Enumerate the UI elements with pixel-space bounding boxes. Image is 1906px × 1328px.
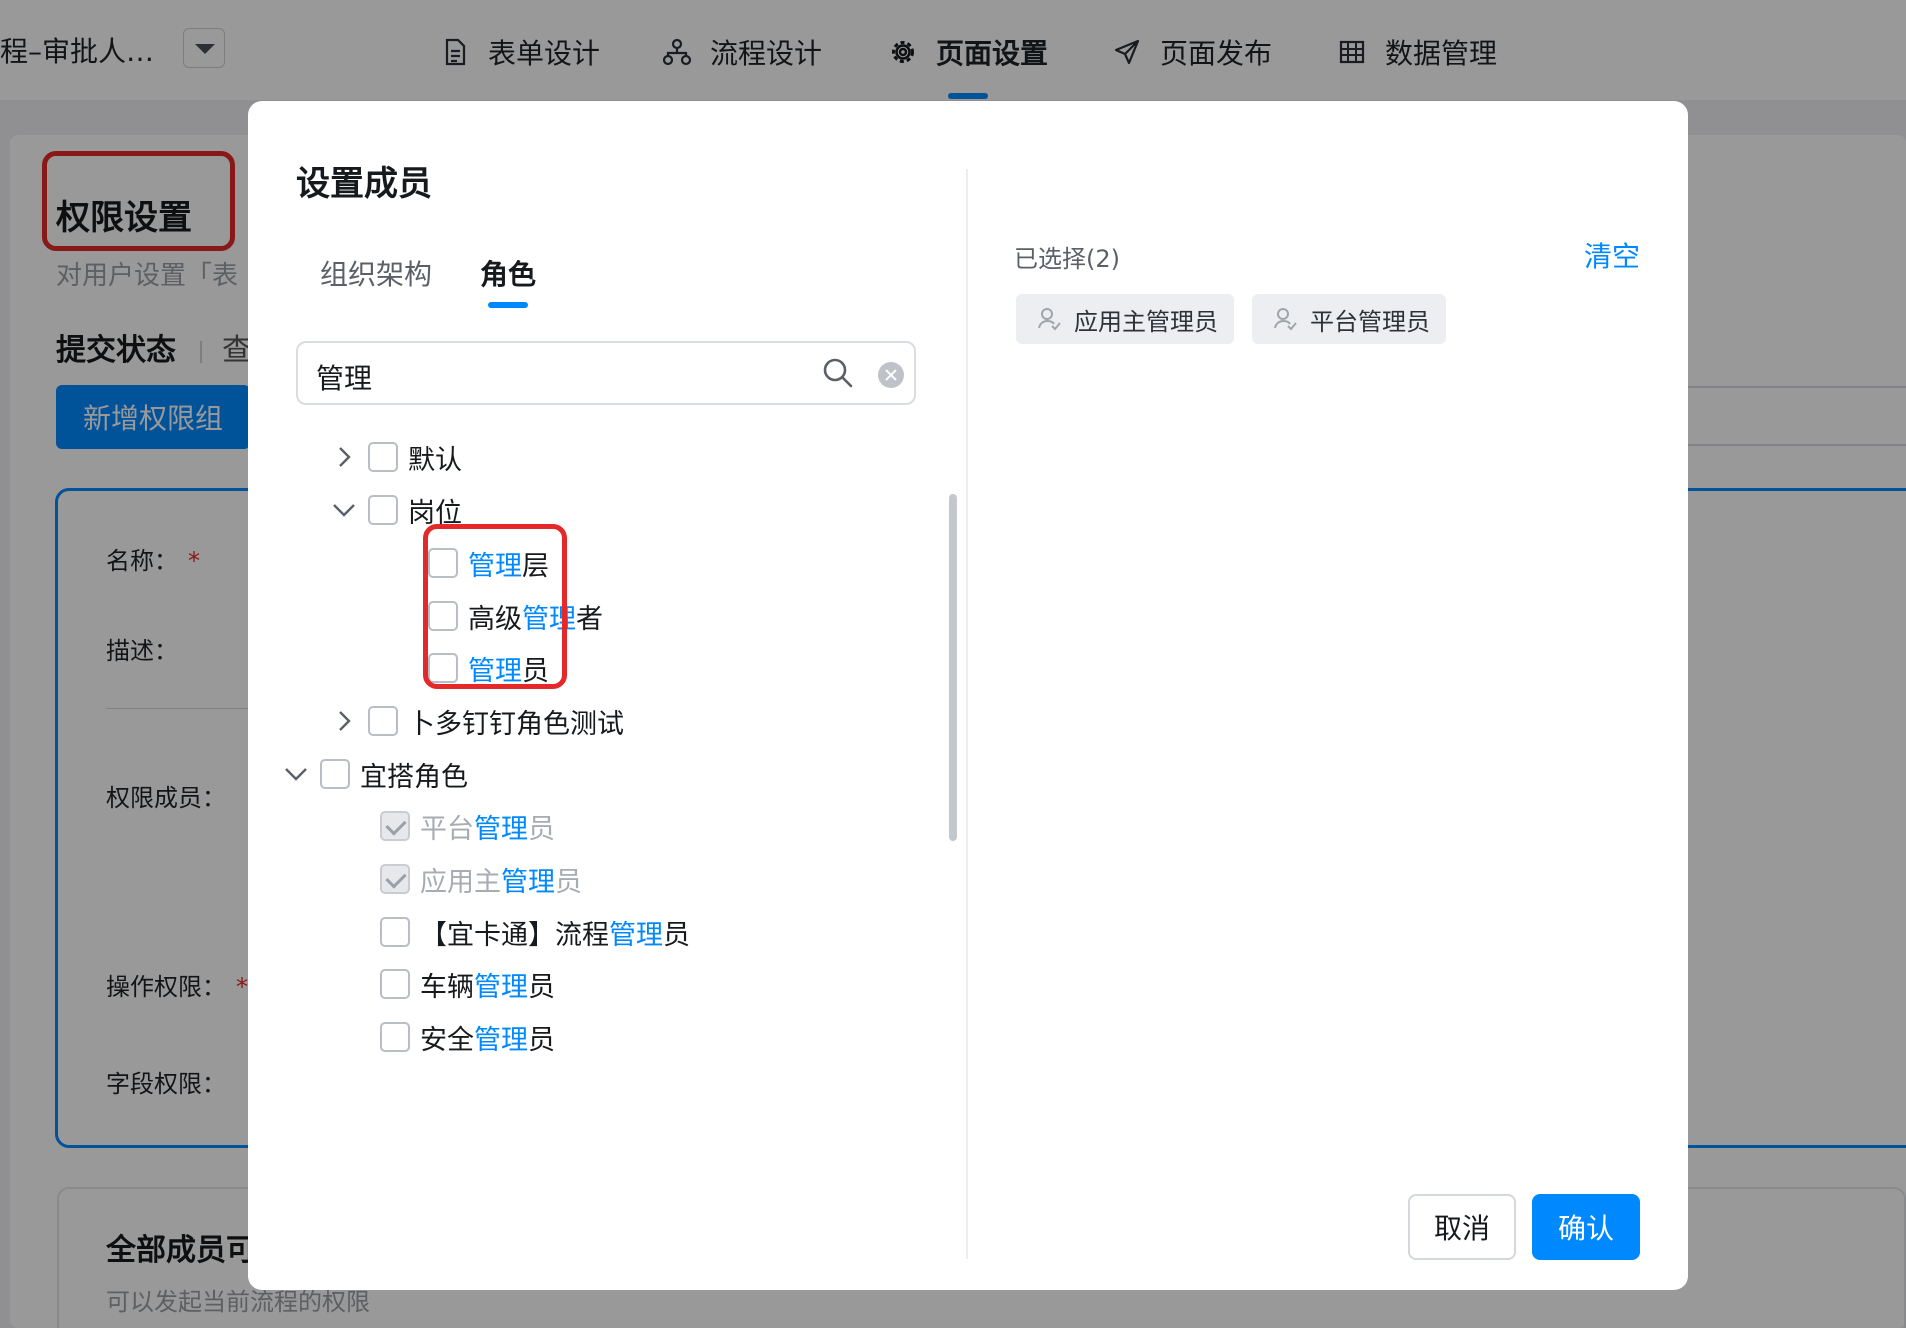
- search-input[interactable]: 管理: [296, 341, 916, 405]
- tree-node-security-admin[interactable]: 安全管理员: [380, 1017, 555, 1057]
- role-tree: 默认 岗位 管理层 高级管理者 管理员 卜多钉钉角色测试 宜搭角色 平台管理员 …: [248, 401, 968, 1271]
- tree-scrollbar[interactable]: [949, 494, 957, 841]
- tree-node-label: 平台管理员: [420, 813, 555, 845]
- chevron-right-icon[interactable]: [330, 443, 358, 471]
- checkbox[interactable]: [368, 442, 398, 472]
- set-members-dialog: 设置成员 组织架构 角色 管理 默认 岗位 管理层 高级管理者 管理员 卜多钉钉…: [248, 101, 1688, 1290]
- selected-chip-label: 平台管理员: [1310, 307, 1430, 336]
- tree-node-label: 应用主管理员: [420, 866, 582, 898]
- tree-node-app-owner-admin: 应用主管理员: [380, 859, 582, 899]
- search-icon[interactable]: [822, 357, 854, 389]
- tree-node-dingtalk-role-test[interactable]: 卜多钉钉角色测试: [330, 701, 624, 741]
- tree-node-vehicle-admin[interactable]: 车辆管理员: [380, 964, 555, 1004]
- tree-node-label: 安全管理员: [420, 1024, 555, 1056]
- chevron-right-icon[interactable]: [330, 707, 358, 735]
- checkbox[interactable]: [380, 969, 410, 999]
- tree-node-yikatong-flow-admin[interactable]: 【宜卡通】流程管理员: [380, 912, 690, 952]
- search-match-highlight: 管理: [501, 866, 555, 898]
- checkbox[interactable]: [368, 706, 398, 736]
- tree-node-platform-admin: 平台管理员: [380, 806, 555, 846]
- tree-node-label: 卜多钉钉角色测试: [408, 708, 624, 740]
- dialog-title: 设置成员: [296, 164, 432, 204]
- tree-node-yida-roles[interactable]: 宜搭角色: [282, 754, 468, 794]
- selected-chip[interactable]: 应用主管理员: [1016, 294, 1234, 344]
- active-tab-indicator: [488, 302, 528, 308]
- checkbox[interactable]: [320, 759, 350, 789]
- confirm-button[interactable]: 确认: [1532, 1194, 1640, 1260]
- clear-search-icon[interactable]: [878, 362, 904, 388]
- search-match-highlight: 管理: [474, 971, 528, 1003]
- selected-chip-label: 应用主管理员: [1074, 307, 1218, 336]
- tree-node-label: 【宜卡通】流程管理员: [420, 919, 690, 951]
- search-match-highlight: 管理: [609, 919, 663, 951]
- clear-all-link[interactable]: 清空: [1584, 235, 1640, 275]
- tree-node-label: 车辆管理员: [420, 971, 555, 1003]
- checkbox[interactable]: [380, 1022, 410, 1052]
- annotation-highlight-tree: [423, 524, 567, 689]
- checkbox[interactable]: [368, 495, 398, 525]
- tab-roles[interactable]: 角色: [480, 253, 536, 293]
- chevron-down-icon[interactable]: [282, 760, 310, 788]
- chevron-down-icon[interactable]: [330, 496, 358, 524]
- search-match-highlight: 管理: [474, 813, 528, 845]
- search-match-highlight: 管理: [474, 1024, 528, 1056]
- search-input-value: 管理: [316, 362, 373, 395]
- selected-count-label: 已选择(2): [1014, 245, 1120, 273]
- checkbox-checked-disabled: [380, 811, 410, 841]
- user-icon: [1038, 308, 1061, 331]
- tab-org-structure[interactable]: 组织架构: [320, 253, 432, 293]
- panel-divider: [966, 169, 968, 1259]
- tree-node-default[interactable]: 默认: [330, 437, 462, 477]
- user-icon: [1274, 308, 1297, 331]
- cancel-button[interactable]: 取消: [1408, 1194, 1516, 1260]
- checkbox[interactable]: [380, 917, 410, 947]
- checkbox-checked-disabled: [380, 864, 410, 894]
- tree-node-label: 宜搭角色: [360, 761, 468, 793]
- tree-node-label: 默认: [408, 444, 462, 476]
- selected-chip[interactable]: 平台管理员: [1252, 294, 1446, 344]
